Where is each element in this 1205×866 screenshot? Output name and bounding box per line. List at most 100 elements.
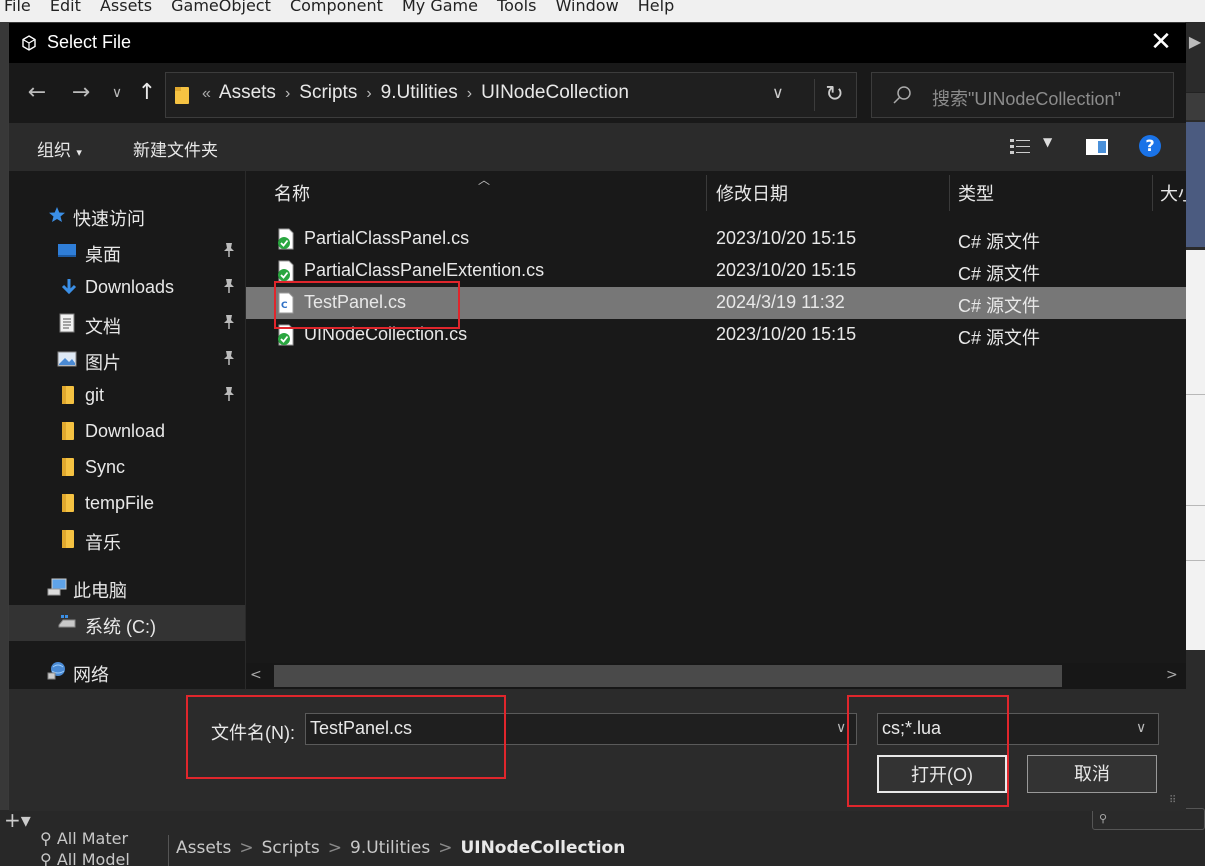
search-icon: ⚲ bbox=[40, 850, 57, 866]
up-button[interactable]: ↑ bbox=[133, 79, 161, 107]
recent-locations-button[interactable]: ∨ bbox=[103, 79, 131, 107]
unity-breadcrumb: Assets > Scripts >9.Utilities > UINodeCollect… bbox=[176, 838, 625, 858]
menu-assets[interactable]: Assets bbox=[100, 0, 152, 15]
search-placeholder: 搜索"UINodeCollection" bbox=[932, 89, 1121, 109]
navigation-pane: 快速访问 桌面 Downloads 文档 图片 git Download Syn… bbox=[9, 171, 245, 689]
breadcrumb-item[interactable]: Scripts bbox=[262, 838, 320, 858]
play-icon[interactable]: ▶ bbox=[1185, 28, 1205, 58]
breadcrumb-item[interactable]: Scripts bbox=[299, 82, 357, 103]
file-type: C# 源文件 bbox=[958, 328, 1041, 348]
close-icon: ✕ bbox=[1150, 27, 1172, 57]
sidebar-item-network[interactable]: 网络 bbox=[9, 653, 245, 689]
unity-divider bbox=[1185, 505, 1205, 506]
command-toolbar: 组织 ▾ 新建文件夹 ▼ ? bbox=[9, 123, 1186, 171]
pin-icon[interactable] bbox=[221, 349, 237, 367]
scroll-right-icon[interactable]: > bbox=[1166, 667, 1178, 683]
list-item[interactable]: ⚲ All Model bbox=[40, 849, 160, 866]
annotation-highlight bbox=[847, 695, 1009, 807]
breadcrumb-item[interactable]: Assets bbox=[219, 82, 276, 103]
refresh-button[interactable]: ↻ bbox=[814, 79, 854, 111]
sidebar-item-tempfile[interactable]: tempFile bbox=[9, 485, 245, 521]
column-header-modified[interactable]: 修改日期 bbox=[716, 180, 788, 206]
unity-logo-icon bbox=[22, 35, 36, 51]
arrow-right-icon: → bbox=[71, 80, 91, 105]
column-header-type[interactable]: 类型 bbox=[958, 180, 994, 206]
scroll-left-icon[interactable]: < bbox=[250, 667, 262, 683]
list-item[interactable]: ⚲ All Mater bbox=[40, 828, 160, 849]
column-divider[interactable] bbox=[1152, 175, 1153, 211]
breadcrumb-item[interactable]: UINodeCollection bbox=[481, 82, 629, 103]
sidebar-item-music[interactable]: 音乐 bbox=[9, 521, 245, 557]
pin-icon[interactable] bbox=[221, 313, 237, 331]
sidebar-item-documents[interactable]: 文档 bbox=[9, 305, 245, 341]
breadcrumb-item[interactable]: 9.Utilities bbox=[381, 82, 458, 103]
pin-icon[interactable] bbox=[221, 385, 237, 403]
dialog-title: Select File bbox=[47, 32, 132, 52]
close-button[interactable]: ✕ bbox=[1141, 27, 1181, 59]
column-header-name[interactable]: 名称 bbox=[274, 180, 310, 206]
help-icon[interactable]: ? bbox=[1139, 135, 1161, 157]
menu-file[interactable]: File bbox=[4, 0, 31, 15]
cancel-button[interactable]: 取消 bbox=[1027, 755, 1157, 793]
breadcrumb-item[interactable]: Assets bbox=[176, 838, 231, 858]
sidebar-item-downloads[interactable]: Downloads bbox=[9, 269, 245, 305]
pin-icon[interactable] bbox=[221, 241, 237, 259]
organize-menu[interactable]: 组织 ▾ bbox=[37, 136, 82, 161]
sidebar-item-drive-c[interactable]: 系统 (C:) bbox=[9, 605, 245, 641]
overflow-icon[interactable]: « bbox=[202, 85, 211, 102]
folder-icon bbox=[62, 458, 74, 476]
menu-edit[interactable]: Edit bbox=[50, 0, 81, 15]
back-button[interactable]: ← bbox=[23, 79, 51, 107]
menu-gameobject[interactable]: GameObject bbox=[171, 0, 271, 15]
forward-button[interactable]: → bbox=[67, 79, 95, 107]
caret-down-icon: ▾ bbox=[76, 146, 82, 159]
add-icon[interactable]: +▾ bbox=[4, 808, 31, 832]
sidebar-item-quick-access[interactable]: 快速访问 bbox=[9, 197, 245, 233]
chevron-down-icon[interactable]: ∨ bbox=[1136, 720, 1146, 736]
caret-down-icon[interactable]: ▼ bbox=[1043, 135, 1052, 149]
sidebar-item-this-pc[interactable]: 此电脑 bbox=[9, 569, 245, 605]
chevron-right-icon[interactable]: › bbox=[366, 85, 371, 102]
view-options-icon[interactable] bbox=[1009, 137, 1031, 157]
folder-icon bbox=[175, 87, 189, 104]
horizontal-scrollbar[interactable]: < > bbox=[246, 663, 1186, 689]
column-header-size[interactable]: 大小 bbox=[1160, 180, 1186, 206]
menu-my-game[interactable]: My Game bbox=[402, 0, 478, 15]
sidebar-item-pictures[interactable]: 图片 bbox=[9, 341, 245, 377]
breadcrumb-item[interactable]: UINodeCollection bbox=[460, 838, 625, 858]
sidebar-item-desktop[interactable]: 桌面 bbox=[9, 233, 245, 269]
document-icon bbox=[59, 313, 75, 333]
menu-help[interactable]: Help bbox=[638, 0, 674, 15]
sidebar-item-download[interactable]: Download bbox=[9, 413, 245, 449]
address-bar[interactable]: « Assets › Scripts › 9.Utilities › UINodeCollec… bbox=[165, 72, 857, 118]
sidebar-item-sync[interactable]: Sync bbox=[9, 449, 245, 485]
menu-window[interactable]: Window bbox=[556, 0, 619, 15]
preview-pane-icon[interactable] bbox=[1085, 137, 1109, 157]
divider bbox=[168, 835, 169, 866]
title-bar[interactable]: Select File ✕ bbox=[9, 23, 1186, 63]
chevron-down-icon[interactable]: ∨ bbox=[772, 83, 784, 102]
column-divider[interactable] bbox=[706, 175, 707, 211]
folder-icon bbox=[62, 494, 74, 512]
new-folder-button[interactable]: 新建文件夹 bbox=[133, 136, 218, 161]
search-input[interactable]: 搜索"UINodeCollection" bbox=[871, 72, 1174, 118]
sidebar-item-git[interactable]: git bbox=[9, 377, 245, 413]
resize-grip-icon[interactable]: ⠿ bbox=[1169, 795, 1176, 806]
file-row[interactable]: PartialClassPanel.cs 2023/10/20 15:15 C#… bbox=[246, 223, 1186, 255]
breadcrumb-item[interactable]: 9.Utilities bbox=[350, 838, 430, 858]
menu-component[interactable]: Component bbox=[290, 0, 383, 15]
column-divider[interactable] bbox=[949, 175, 950, 211]
chevron-down-icon[interactable]: ∨ bbox=[836, 720, 846, 736]
drive-icon bbox=[58, 615, 76, 628]
folder-icon bbox=[62, 386, 74, 404]
chevron-right-icon[interactable]: › bbox=[467, 85, 472, 102]
menu-tools[interactable]: Tools bbox=[497, 0, 536, 15]
file-date: 2023/10/20 15:15 bbox=[716, 260, 857, 280]
annotation-highlight bbox=[274, 281, 460, 329]
scrollbar-thumb[interactable] bbox=[274, 665, 1062, 687]
chevron-right-icon: > bbox=[239, 838, 254, 858]
chevron-right-icon[interactable]: › bbox=[285, 85, 290, 102]
search-icon[interactable]: ⚲ bbox=[1092, 808, 1205, 830]
pin-icon[interactable] bbox=[221, 277, 237, 295]
arrow-left-icon: ← bbox=[27, 80, 47, 105]
